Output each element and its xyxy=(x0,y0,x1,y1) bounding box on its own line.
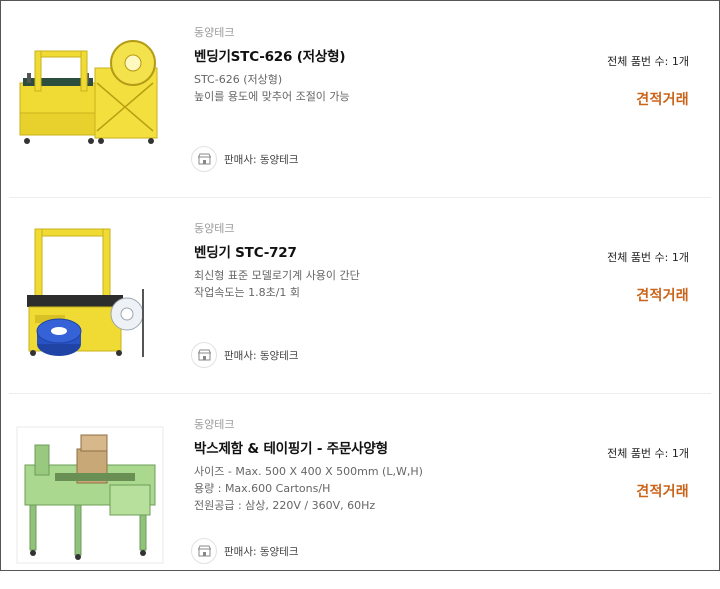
seller-info[interactable]: 판매사: 동양테크 xyxy=(191,146,299,172)
product-image[interactable] xyxy=(15,219,165,359)
product-list: 동양테크 벤딩기STC-626 (저상형) STC-626 (저상형) 높이를 … xyxy=(0,0,720,571)
description-line: 높이를 용도에 맞추어 조절이 가능 xyxy=(194,90,350,103)
product-title[interactable]: 벤딩기 STC-727 xyxy=(194,241,297,261)
product-item[interactable]: 동양테크 벤딩기STC-626 (저상형) STC-626 (저상형) 높이를 … xyxy=(1,1,719,198)
store-icon xyxy=(191,342,217,368)
product-description: STC-626 (저상형) 높이를 용도에 맞추어 조절이 가능 xyxy=(194,71,350,105)
product-description: 사이즈 - Max. 500 X 400 X 500mm (L,W,H) 용량 … xyxy=(194,463,423,514)
quote-trade-button[interactable]: 견적거래 xyxy=(636,285,689,305)
store-icon xyxy=(191,538,217,564)
description-line: 사이즈 - Max. 500 X 400 X 500mm (L,W,H) xyxy=(194,465,423,478)
product-image[interactable] xyxy=(15,425,165,565)
seller-label: 판매사: 동양테크 xyxy=(224,545,299,558)
product-brand: 동양테크 xyxy=(194,26,235,39)
product-item[interactable]: 동양테크 박스제함 & 테이핑기 - 주문사양형 사이즈 - Max. 500 … xyxy=(1,393,719,589)
description-line: 작업속도는 1.8초/1 회 xyxy=(194,286,301,299)
product-brand: 동양테크 xyxy=(194,418,235,431)
quote-trade-button[interactable]: 견적거래 xyxy=(636,481,689,501)
part-count: 전체 품번 수: 1개 xyxy=(607,55,689,68)
product-description: 최신형 표준 모델로기계 사용이 간단 작업속도는 1.8초/1 회 xyxy=(194,267,360,301)
seller-label: 판매사: 동양테크 xyxy=(224,153,299,166)
description-line: STC-626 (저상형) xyxy=(194,73,283,86)
product-brand: 동양테크 xyxy=(194,222,235,235)
product-title[interactable]: 박스제함 & 테이핑기 - 주문사양형 xyxy=(194,437,388,457)
quote-trade-button[interactable]: 견적거래 xyxy=(636,89,689,109)
part-count: 전체 품번 수: 1개 xyxy=(607,447,689,460)
store-icon xyxy=(191,146,217,172)
description-line: 전원공급 : 삼상, 220V / 360V, 60Hz xyxy=(194,499,376,512)
part-count: 전체 품번 수: 1개 xyxy=(607,251,689,264)
product-item[interactable]: 동양테크 벤딩기 STC-727 최신형 표준 모델로기계 사용이 간단 작업속… xyxy=(1,197,719,394)
description-line: 용량 : Max.600 Cartons/H xyxy=(194,482,331,495)
seller-label: 판매사: 동양테크 xyxy=(224,349,299,362)
product-title[interactable]: 벤딩기STC-626 (저상형) xyxy=(194,45,345,65)
product-image[interactable] xyxy=(15,23,165,163)
description-line: 최신형 표준 모델로기계 사용이 간단 xyxy=(194,269,360,282)
seller-info[interactable]: 판매사: 동양테크 xyxy=(191,342,299,368)
seller-info[interactable]: 판매사: 동양테크 xyxy=(191,538,299,564)
